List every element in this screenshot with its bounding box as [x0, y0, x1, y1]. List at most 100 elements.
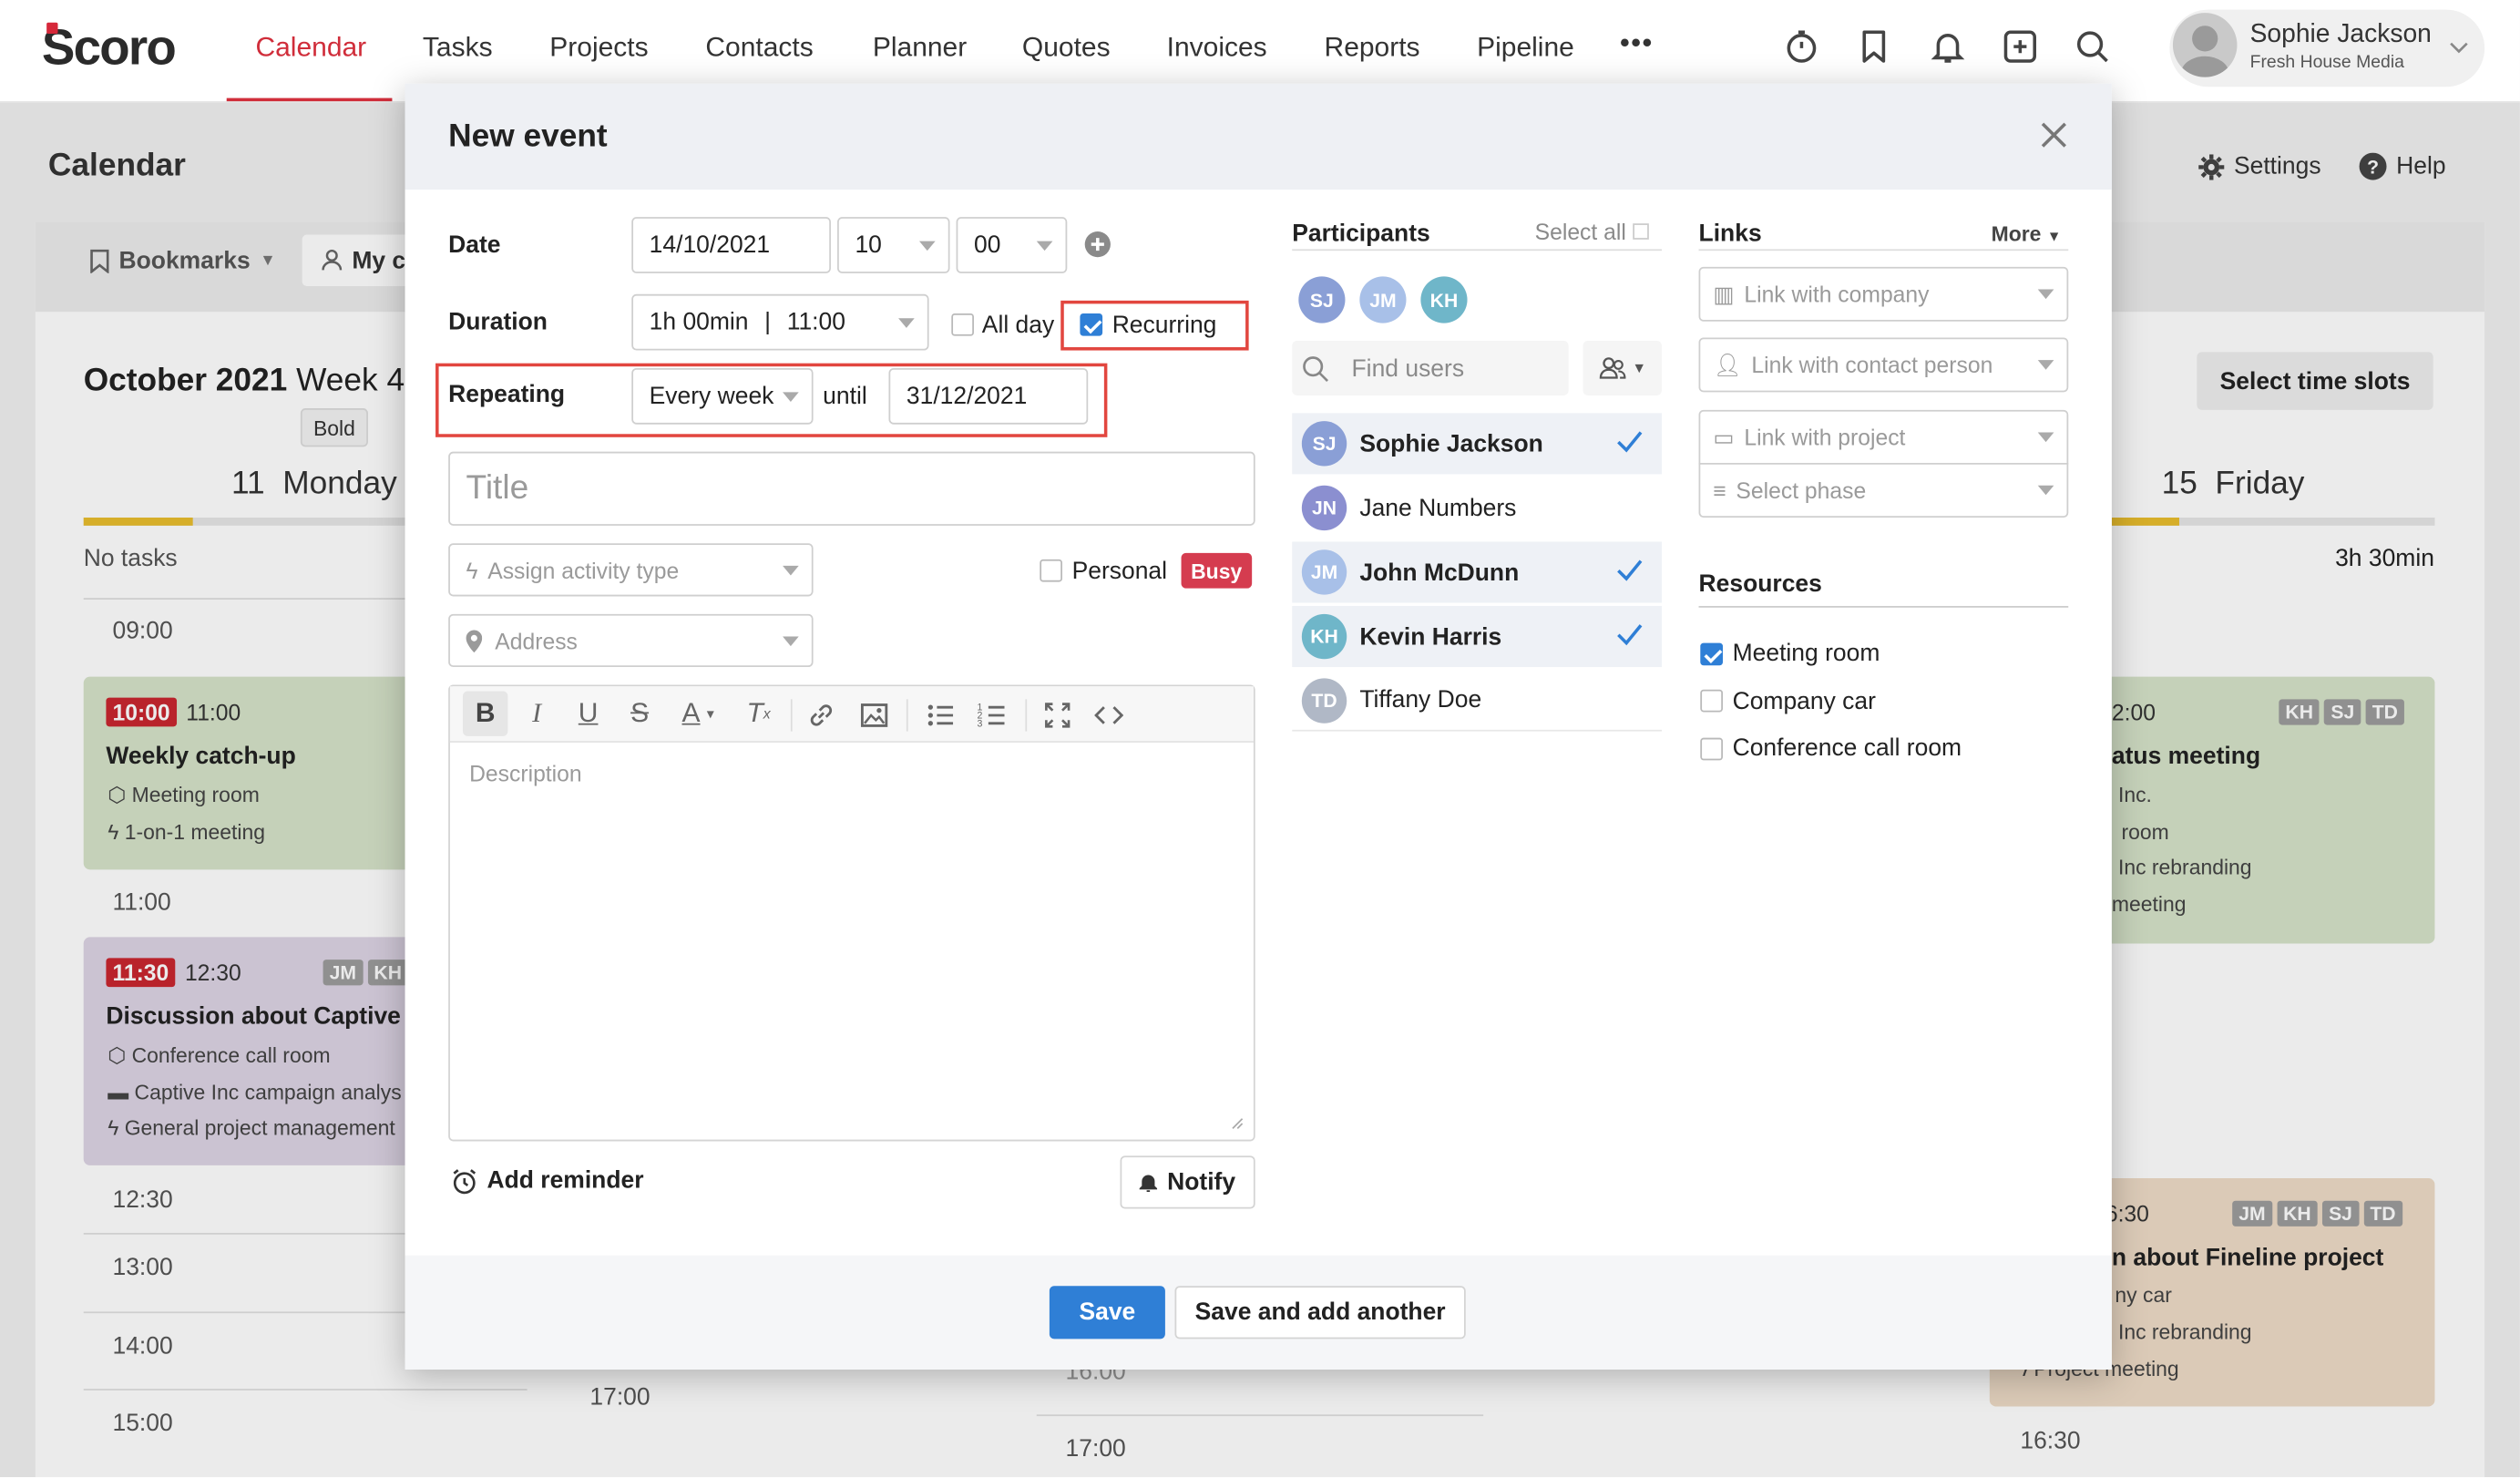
toolbar-divider [1025, 699, 1028, 732]
recurring-checkbox[interactable] [1080, 313, 1103, 336]
bold-button[interactable]: B [463, 691, 508, 736]
svg-text:3: 3 [978, 718, 983, 729]
strikethrough-button[interactable]: S [617, 692, 661, 736]
link-contact-placeholder: Link with contact person [1751, 352, 1993, 378]
chevron-down-icon [783, 391, 799, 402]
link-project-select[interactable]: ▭ Link with project [1698, 409, 2069, 465]
image-icon[interactable] [860, 701, 889, 730]
participant-row[interactable]: JM John McDunn [1292, 541, 1662, 603]
participant-name: Sophie Jackson [1359, 429, 1543, 457]
nav-more-button[interactable]: ••• [1620, 27, 1654, 59]
notify-button[interactable]: Notify [1120, 1155, 1255, 1209]
nav-contacts[interactable]: Contacts [705, 32, 813, 64]
chevron-down-icon[interactable]: ▾ [699, 692, 722, 736]
nav-calendar[interactable]: Calendar [255, 32, 366, 64]
add-time-icon[interactable] [1083, 230, 1112, 259]
link-contact-select[interactable]: 👤︎ Link with contact person [1698, 337, 2069, 393]
repeat-frequency-select[interactable]: Every week [631, 367, 814, 425]
until-date-input[interactable]: 31/12/2021 [888, 367, 1089, 425]
code-icon[interactable] [1094, 701, 1124, 730]
modal-header [405, 83, 2112, 190]
nav-quotes[interactable]: Quotes [1022, 32, 1111, 64]
participant-chip-avatar[interactable]: KH [1420, 276, 1468, 323]
nav-reports[interactable]: Reports [1325, 32, 1420, 64]
resource-label: Meeting room [1732, 640, 1880, 668]
resize-handle-icon[interactable] [1231, 1117, 1244, 1130]
end-time-value: 11:00 [786, 308, 845, 336]
chevron-down-icon [2037, 432, 2054, 443]
save-button[interactable]: Save [1049, 1286, 1165, 1339]
user-groups-dropdown[interactable]: ▼ [1583, 340, 1662, 395]
minute-select[interactable]: 00 [956, 217, 1068, 273]
add-reminder-link[interactable]: Add reminder [452, 1167, 644, 1195]
chevron-down-icon[interactable] [2449, 42, 2468, 55]
bell-icon[interactable] [1929, 27, 1967, 66]
more-label: More [1991, 221, 2042, 246]
participant-row[interactable]: TD Tiffany Doe [1292, 671, 1662, 732]
notify-label: Notify [1167, 1168, 1236, 1196]
add-reminder-label: Add reminder [487, 1166, 644, 1195]
add-new-icon[interactable] [2001, 27, 2039, 66]
close-icon[interactable] [2038, 119, 2070, 151]
toolbar-divider [906, 699, 908, 732]
personal-checkbox[interactable] [1040, 559, 1063, 582]
activity-placeholder: Assign activity type [487, 557, 680, 583]
all-day-checkbox[interactable] [951, 313, 974, 336]
toolbar-divider [790, 699, 793, 732]
bookmark-icon[interactable] [1855, 27, 1893, 66]
checkmark-icon [1617, 431, 1643, 453]
fullscreen-icon[interactable] [1043, 701, 1072, 730]
chevron-down-icon [2037, 289, 2054, 300]
description-editor[interactable]: B I U S A ▾ Tx 123 Description [448, 684, 1255, 1142]
select-all-link[interactable]: Select all [1535, 219, 1649, 244]
select-phase-select[interactable]: ≡ Select phase [1698, 463, 2069, 518]
nav-pipeline[interactable]: Pipeline [1477, 32, 1574, 64]
clear-format-button[interactable]: Tx [736, 692, 781, 736]
italic-button[interactable]: I [514, 692, 558, 736]
personal-label: Personal [1071, 558, 1168, 586]
search-icon [1303, 355, 1328, 382]
link-company-select[interactable]: ▥ Link with company [1698, 266, 2069, 322]
chevron-down-icon [919, 240, 936, 251]
nav-invoices[interactable]: Invoices [1167, 32, 1267, 64]
timer-icon[interactable] [1782, 27, 1820, 66]
nav-projects[interactable]: Projects [549, 32, 648, 64]
chevron-down-icon [783, 565, 799, 575]
participant-avatar: TD [1301, 677, 1347, 723]
checkmark-icon [1617, 624, 1643, 646]
participant-chip-avatar[interactable]: JM [1359, 276, 1407, 323]
select-all-checkbox [1632, 223, 1649, 240]
numbered-list-icon[interactable]: 123 [978, 701, 1007, 730]
links-more-dropdown[interactable]: More ▼ [1992, 221, 2062, 245]
nav-planner[interactable]: Planner [873, 32, 967, 64]
find-users-input[interactable]: Find users [1292, 340, 1569, 395]
divider [1698, 249, 2069, 251]
link-icon[interactable] [807, 701, 836, 730]
participant-chip-avatar[interactable]: SJ [1298, 276, 1346, 323]
new-event-modal: New event Date 14/10/2021 10 00 Duration… [405, 83, 2112, 1370]
address-select[interactable]: Address [448, 613, 814, 668]
nav-tasks[interactable]: Tasks [423, 32, 493, 64]
activity-type-select[interactable]: ϟ Assign activity type [448, 543, 814, 597]
filter-icon: ≡ [1713, 477, 1726, 504]
resource-conference-call-room-checkbox[interactable] [1700, 737, 1724, 761]
save-and-add-another-button[interactable]: Save and add another [1174, 1286, 1466, 1339]
resources-label: Resources [1698, 570, 1822, 599]
hour-select[interactable]: 10 [837, 217, 950, 273]
participant-name: Jane Numbers [1359, 494, 1517, 522]
participant-avatar: SJ [1301, 421, 1347, 467]
resource-label: Company car [1732, 687, 1876, 715]
participant-row[interactable]: SJ Sophie Jackson [1292, 413, 1662, 475]
date-input[interactable]: 14/10/2021 [631, 217, 831, 273]
resource-meeting-room-checkbox[interactable] [1700, 642, 1724, 666]
underline-button[interactable]: U [566, 692, 610, 736]
search-icon[interactable] [2074, 27, 2112, 66]
busy-toggle[interactable]: Busy [1181, 552, 1252, 589]
title-input[interactable]: Title [448, 451, 1255, 526]
scoro-logo[interactable]: Scoro [42, 19, 177, 77]
resource-company-car-checkbox[interactable] [1700, 689, 1724, 713]
duration-select[interactable]: 1h 00min | 11:00 [631, 293, 929, 351]
participant-row[interactable]: KH Kevin Harris [1292, 606, 1662, 668]
bullet-list-icon[interactable] [926, 701, 955, 730]
participant-row[interactable]: JN Jane Numbers [1292, 477, 1662, 539]
